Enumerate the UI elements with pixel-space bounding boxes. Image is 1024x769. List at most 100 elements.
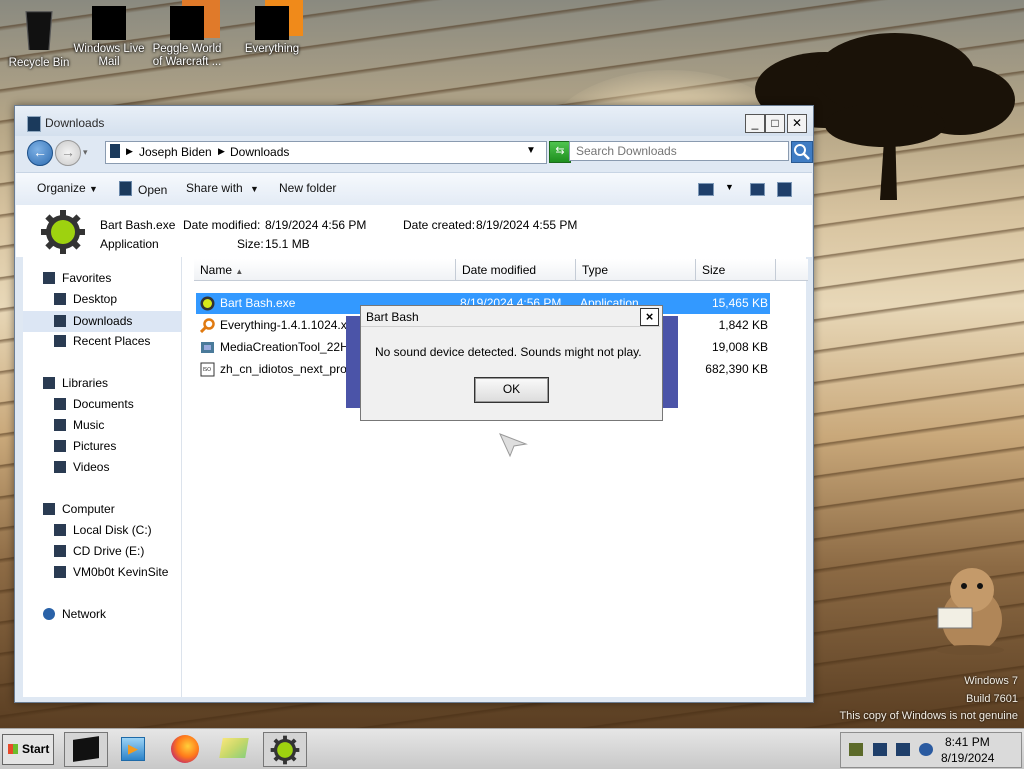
search-icon[interactable]: [791, 141, 813, 163]
forward-button[interactable]: →: [55, 140, 81, 166]
file-name: Everything-1.4.1.1024.x6: [220, 318, 354, 332]
downloads-icon: [54, 315, 66, 327]
breadcrumb-item[interactable]: Downloads: [230, 145, 289, 159]
nav-network-share[interactable]: VM0b0t KevinSite: [54, 565, 168, 579]
search-input[interactable]: [569, 141, 789, 161]
application-icon: [119, 181, 132, 196]
nav-computer-label: Computer: [62, 502, 115, 516]
message-dialog[interactable]: Bart Bash × No sound device detected. So…: [360, 305, 663, 421]
column-header-size[interactable]: Size: [696, 259, 776, 281]
open-button[interactable]: Open: [119, 181, 167, 197]
maximize-button[interactable]: □: [765, 114, 785, 133]
nav-network-share-label: VM0b0t KevinSite: [73, 565, 169, 579]
display-icon[interactable]: [896, 743, 910, 756]
cd-drive-icon: [54, 545, 66, 557]
chevron-down-icon[interactable]: ▼: [526, 145, 536, 156]
chevron-down-icon: ▼: [89, 184, 98, 194]
notification-area: 8:41 PM 8/19/2024: [840, 732, 1022, 768]
taskbar-item-media-player[interactable]: ▶: [112, 732, 154, 765]
nav-desktop-label: Desktop: [73, 292, 118, 306]
nav-documents[interactable]: Documents: [54, 397, 134, 411]
nav-local-disk[interactable]: Local Disk (C:): [54, 523, 152, 537]
help-icon[interactable]: [777, 182, 792, 197]
folder-icon: [27, 116, 41, 132]
nav-computer[interactable]: Computer: [43, 502, 115, 516]
column-header-date[interactable]: Date modified: [456, 259, 576, 281]
back-button[interactable]: ←: [27, 140, 53, 166]
music-icon: [54, 419, 66, 431]
dialog-close-button[interactable]: ×: [640, 308, 659, 326]
view-options-icon[interactable]: [698, 183, 714, 196]
desktop-icon-label: Recycle Bin: [8, 57, 70, 69]
windows-live-mail-icon: [92, 6, 126, 40]
taskbar-item-bart-bash[interactable]: [263, 732, 307, 767]
windows-flag-icon: [8, 744, 18, 754]
svg-text:ISO: ISO: [203, 367, 212, 373]
nav-pictures-label: Pictures: [73, 439, 117, 453]
taskbar-item-terminal[interactable]: [64, 732, 108, 767]
firefox-icon: [171, 735, 199, 763]
watermark-line2: Build 7601: [966, 693, 1018, 705]
column-header-name-label: Name: [200, 263, 233, 277]
file-size: 19,008 KB: [711, 340, 768, 354]
column-header-type[interactable]: Type: [576, 259, 696, 281]
nav-desktop[interactable]: Desktop: [54, 292, 117, 306]
file-size: 1,842 KB: [718, 318, 768, 332]
nav-local-disk-label: Local Disk (C:): [73, 523, 152, 537]
network-status-icon[interactable]: [873, 743, 887, 756]
terminal-icon: [73, 736, 99, 762]
close-button[interactable]: ✕: [787, 114, 807, 133]
nav-documents-label: Documents: [73, 397, 134, 411]
volume-icon[interactable]: [919, 743, 933, 756]
share-with-menu[interactable]: Share with ▼: [186, 181, 259, 195]
preview-pane-icon[interactable]: [750, 183, 765, 196]
chevron-down-icon[interactable]: ▼: [725, 182, 734, 192]
nav-pictures[interactable]: Pictures: [54, 439, 116, 453]
start-button[interactable]: Start: [2, 734, 54, 765]
network-icon: [43, 608, 55, 620]
taskbar-item-file-explorer[interactable]: [214, 732, 256, 765]
nav-network[interactable]: Network: [43, 607, 106, 621]
chevron-right-icon[interactable]: ▶: [218, 146, 225, 157]
nav-favorites[interactable]: Favorites: [43, 271, 111, 285]
clock-time[interactable]: 8:41 PM: [945, 735, 990, 749]
organize-label: Organize: [37, 181, 86, 195]
new-folder-button[interactable]: New folder: [279, 181, 336, 195]
nav-cd-drive[interactable]: CD Drive (E:): [54, 544, 144, 558]
desktop-icon-everything[interactable]: Everything: [236, 6, 308, 56]
nav-recent-places[interactable]: Recent Places: [54, 334, 150, 348]
folder-icon: [219, 738, 249, 758]
dialog-message: No sound device detected. Sounds might n…: [375, 345, 642, 359]
organize-menu[interactable]: Organize ▼: [37, 181, 98, 195]
ok-button[interactable]: OK: [474, 377, 549, 403]
desktop-icon-recycle-bin[interactable]: Recycle Bin: [3, 6, 75, 70]
address-bar[interactable]: ▶ Joseph Biden ▶ Downloads ▼: [105, 141, 547, 164]
breadcrumb-item[interactable]: Joseph Biden: [139, 145, 212, 159]
window-title: Downloads: [45, 116, 105, 130]
nav-libraries[interactable]: Libraries: [43, 376, 108, 390]
minimize-button[interactable]: _: [745, 114, 765, 133]
nav-downloads[interactable]: Downloads: [23, 311, 181, 332]
file-name: zh_cn_idiotos_next_prof: [220, 362, 351, 376]
desktop-icon-peggle[interactable]: Peggle World of Warcraft ...: [151, 6, 223, 69]
sort-ascending-icon: ▲: [235, 267, 244, 276]
computer-icon: [43, 503, 55, 515]
nav-music[interactable]: Music: [54, 418, 104, 432]
navigation-pane: Favorites Desktop Downloads Recent Place…: [23, 257, 181, 697]
chevron-right-icon[interactable]: ▶: [126, 146, 133, 157]
explorer-titlebar[interactable]: Downloads _ □ ✕: [15, 106, 813, 136]
details-modified-value: 8/19/2024 4:56 PM: [265, 218, 367, 232]
taskbar-item-firefox[interactable]: [164, 732, 206, 765]
details-pane: Bart Bash.exe Application Date modified:…: [16, 205, 812, 257]
column-header-name[interactable]: Name ▲: [194, 259, 456, 281]
desktop-icon-windows-live-mail[interactable]: Windows Live Mail: [73, 6, 145, 69]
refresh-icon[interactable]: ⇆: [549, 141, 571, 163]
everything-icon: [255, 6, 289, 40]
nav-downloads-label: Downloads: [73, 314, 133, 328]
nav-videos[interactable]: Videos: [54, 460, 109, 474]
dialog-divider: [361, 326, 660, 327]
clock-date[interactable]: 8/19/2024: [941, 751, 994, 765]
details-size-label: Size:: [237, 237, 264, 251]
recent-pages-chevron-icon[interactable]: ▾: [83, 147, 88, 158]
action-center-icon[interactable]: [849, 743, 863, 756]
